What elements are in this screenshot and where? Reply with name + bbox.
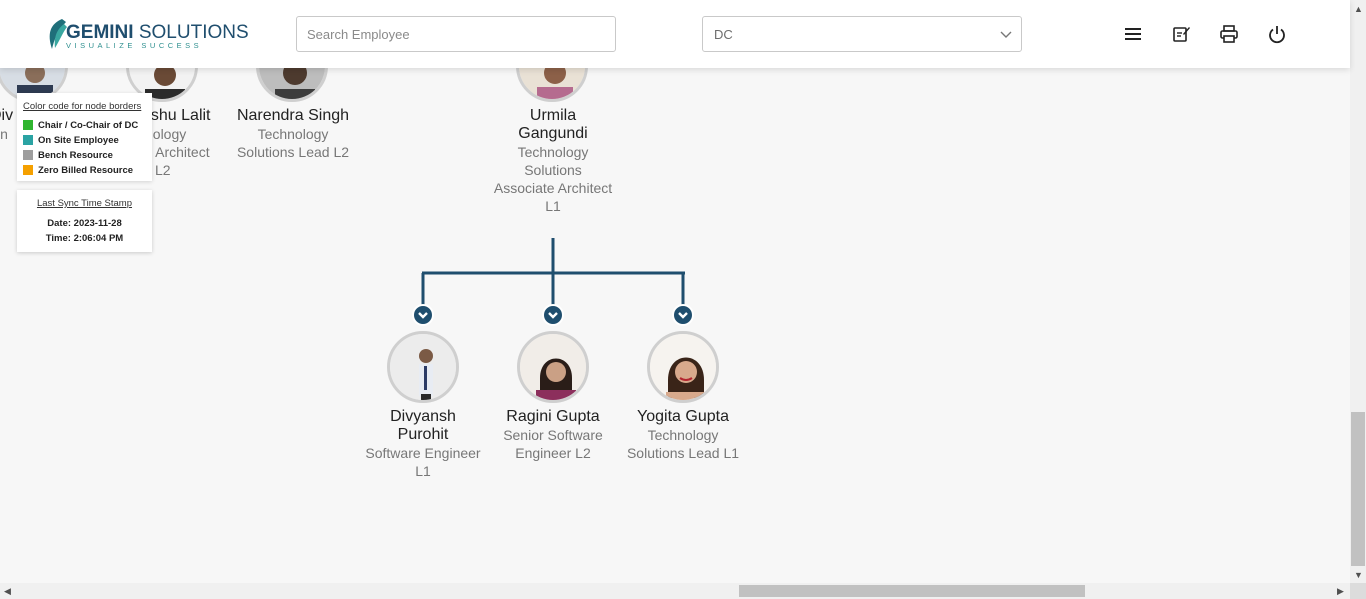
legend-swatch [23,135,33,145]
horizontal-scroll-thumb[interactable] [739,585,1085,597]
employee-node[interactable]: nshu Lalit [142,107,232,125]
employee-node[interactable]: Yogita Gupta Technology Solutions Lead L… [618,408,748,462]
employee-title: Engineer L2 [515,445,591,461]
org-connector-lines [421,238,685,306]
employee-title: Senior Software [503,427,603,443]
last-sync-panel: Last Sync Time Stamp Date: 2023-11-28 Ti… [17,190,152,252]
horizontal-scrollbar[interactable] [0,583,1350,599]
app-header: GEMINI SOLUTIONS VISUALIZE SUCCESS DC [0,0,1350,68]
employee-name: Ragini Gupta [506,408,600,425]
sync-time: Time: 2:06:04 PM [45,233,124,244]
employee-node[interactable]: Ragini Gupta Senior Software Engineer L2 [488,408,618,462]
scroll-left-arrow[interactable]: ◀ [4,586,11,596]
employee-title: Technology [517,144,589,160]
sync-date: Date: 2023-11-28 [47,218,122,229]
scroll-down-arrow[interactable]: ▼ [1354,570,1363,580]
employee-name: Divyansh [390,408,456,425]
employee-node[interactable]: Divyansh Purohit Software Engineer L1 [358,408,488,480]
employee-name: Purohit [397,426,449,443]
chevron-down-icon [678,312,688,319]
legend-swatch [23,165,33,175]
employee-title: Solutions Lead L1 [626,445,740,461]
employee-title: L1 [545,198,561,214]
avatar[interactable] [647,331,719,403]
employee-node[interactable]: Urmila Gangundi Technology Solutions Ass… [483,107,623,215]
chevron-down-icon [548,312,558,319]
employee-node[interactable]: Narendra Singh Technology Solutions Lead… [228,107,358,161]
employee-title: Software Engineer [365,445,481,461]
vertical-scroll-thumb[interactable] [1351,412,1365,566]
avatar[interactable] [517,331,589,403]
avatar[interactable] [387,331,459,403]
edit-notes-icon[interactable] [1171,24,1191,44]
employee-name: nshu Lalit [142,107,211,124]
legend-label: Chair / Co-Chair of DC [38,120,139,131]
print-icon[interactable] [1219,24,1239,44]
search-employee-input[interactable] [296,16,616,52]
sync-title: Last Sync Time Stamp [36,198,133,209]
scroll-up-arrow[interactable]: ▲ [1354,4,1363,14]
employee-name: Yogita Gupta [637,408,729,425]
logo-leaf-icon [49,19,67,49]
employee-name: Gangundi [518,125,588,142]
scroll-right-arrow[interactable]: ▶ [1337,586,1344,596]
employee-title: Associate Architect [493,180,613,196]
chevron-down-icon [1000,31,1012,38]
chevron-down-icon [418,312,428,319]
group-select-value: DC [714,27,733,42]
employee-name: Narendra Singh [236,107,350,124]
scrollbar-corner [1350,583,1366,599]
menu-icon[interactable] [1123,24,1143,44]
legend-label: On Site Employee [38,135,119,146]
power-icon[interactable] [1267,24,1287,44]
employee-title: s Architect [145,144,210,160]
employee-title: L1 [415,463,431,479]
expand-node-button[interactable] [412,304,434,326]
employee-title: L2 [155,162,171,178]
legend-label: Bench Resource [38,150,113,161]
employee-name: Urmila [529,107,577,124]
legend-label: Zero Billed Resource [38,165,134,176]
company-logo[interactable]: GEMINI SOLUTIONS VISUALIZE SUCCESS [46,16,249,52]
employee-title: Technology [647,427,719,443]
border-color-legend: Color code for node borders Chair / Co-C… [17,93,152,181]
employee-title: Technology [257,126,329,142]
legend-swatch [23,120,33,130]
expand-node-button[interactable] [672,304,694,326]
expand-node-button[interactable] [542,304,564,326]
legend-swatch [23,150,33,160]
employee-title: Solutions [524,162,582,178]
legend-title: Color code for node borders [23,101,142,112]
employee-title: Solutions Lead L2 [236,144,350,160]
logo-tagline: VISUALIZE SUCCESS [66,41,203,50]
group-select[interactable]: DC [702,16,1022,52]
